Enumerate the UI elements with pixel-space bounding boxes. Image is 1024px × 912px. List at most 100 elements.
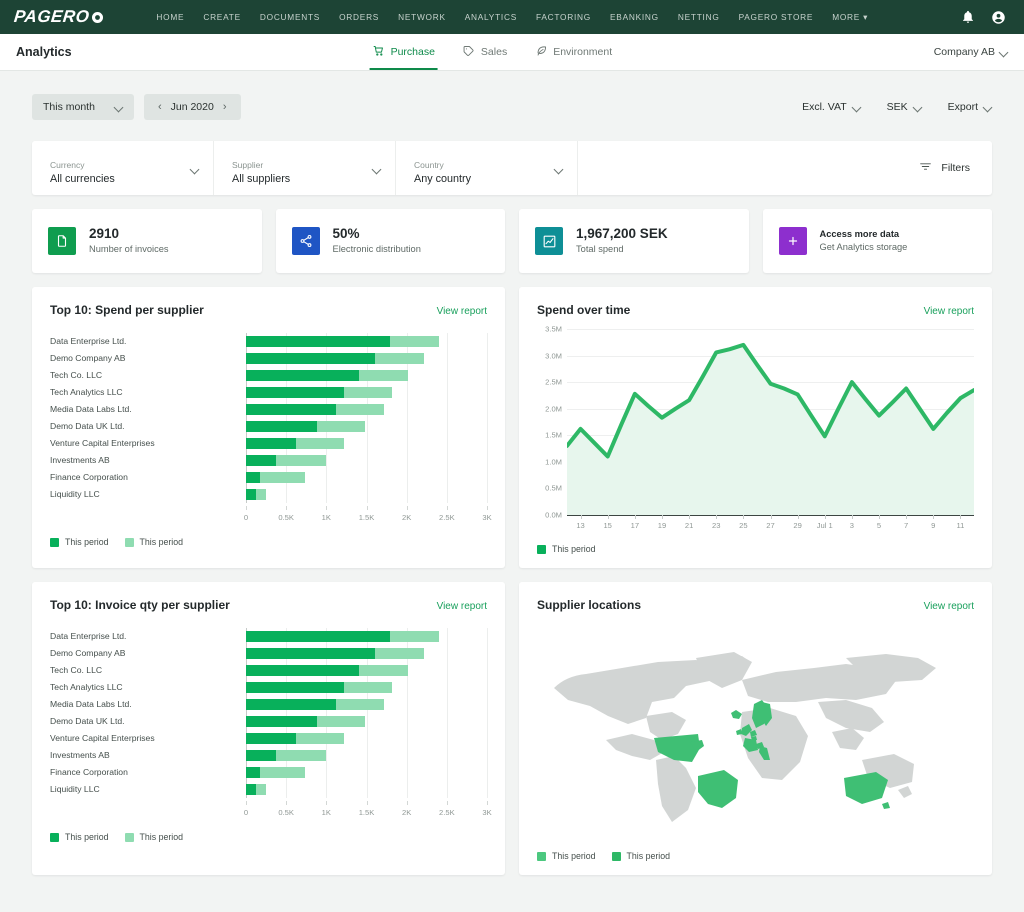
bar-row[interactable] bbox=[246, 696, 487, 713]
user-avatar-icon[interactable] bbox=[991, 10, 1006, 25]
bar-row[interactable] bbox=[246, 435, 487, 452]
period-selector[interactable]: This month bbox=[32, 94, 134, 120]
bar-category-label: Demo Data UK Ltd. bbox=[50, 716, 125, 726]
kpi-number-of-invoices[interactable]: 2910 Number of invoices bbox=[32, 209, 262, 273]
kpi-total-spend-value: 1,967,200 SEK bbox=[576, 226, 668, 242]
legend-item[interactable]: This period bbox=[611, 851, 670, 861]
axis-tick bbox=[366, 506, 368, 510]
analytics-tabs: Purchase Sales Environment bbox=[369, 34, 616, 70]
legend-item[interactable]: This period bbox=[124, 537, 183, 547]
chart-legend: This period bbox=[537, 544, 974, 554]
bar-row[interactable] bbox=[246, 747, 487, 764]
axis-tick bbox=[446, 801, 448, 805]
axis-tick-label: 13 bbox=[576, 521, 585, 530]
pagero-logo[interactable]: PAGERO bbox=[13, 7, 105, 27]
bar-category-label: Tech Analytics LLC bbox=[50, 387, 123, 397]
nav-item-netting[interactable]: NETTING bbox=[678, 12, 720, 22]
previous-period-button[interactable]: ‹ bbox=[151, 101, 169, 113]
next-period-button[interactable]: › bbox=[216, 101, 234, 113]
kpi-total-spend[interactable]: 1,967,200 SEK Total spend bbox=[519, 209, 749, 273]
kpi-access-caption: Get Analytics storage bbox=[819, 242, 908, 252]
view-report-link[interactable]: View report bbox=[437, 601, 487, 612]
kpi-access-title: Access more data bbox=[819, 228, 900, 239]
legend-item[interactable]: This period bbox=[124, 832, 183, 842]
kpi-cards: 2910 Number of invoices 50% Electronic d… bbox=[32, 209, 992, 273]
view-report-link[interactable]: View report bbox=[924, 306, 974, 317]
view-report-link[interactable]: View report bbox=[924, 601, 974, 612]
legend-item[interactable]: This period bbox=[537, 851, 596, 861]
kpi-electronic-distribution[interactable]: 50% Electronic distribution bbox=[275, 209, 505, 273]
bar-row[interactable] bbox=[246, 662, 487, 679]
bar-row[interactable] bbox=[246, 418, 487, 435]
nav-item-network[interactable]: NETWORK bbox=[398, 12, 446, 22]
vat-selector[interactable]: Excl. VAT bbox=[802, 101, 861, 113]
bar-row[interactable] bbox=[246, 628, 487, 645]
axis-tick-label: 1.5K bbox=[358, 808, 375, 817]
chevron-down-icon bbox=[373, 165, 381, 173]
bar-category-labels: Data Enterprise Ltd. Demo Company AB Tech … bbox=[50, 329, 246, 524]
filter-currency[interactable]: Currency All currencies bbox=[32, 141, 214, 195]
bar-row[interactable] bbox=[246, 781, 487, 798]
card-title: Spend over time bbox=[537, 303, 631, 317]
bar-chart-spend: Data Enterprise Ltd. Demo Company AB Tech … bbox=[50, 329, 492, 524]
bar-row[interactable] bbox=[246, 367, 487, 384]
region-ireland bbox=[735, 729, 742, 735]
axis-tick bbox=[580, 515, 582, 519]
legend-item[interactable]: This period bbox=[50, 832, 109, 842]
document-icon bbox=[48, 227, 76, 255]
bar-category-labels: Data Enterprise Ltd. Demo Company AB Tech … bbox=[50, 624, 246, 819]
x-axis: 13 15 17 19 21 23 25 27 29 Jul 1 3 5 7 9 11 bbox=[567, 515, 974, 531]
bar-segment bbox=[246, 489, 257, 500]
filters-button[interactable]: Filters bbox=[897, 141, 992, 195]
nav-item-ebanking[interactable]: EBANKING bbox=[610, 12, 659, 22]
bar-row[interactable] bbox=[246, 384, 487, 401]
bar-segment bbox=[246, 336, 390, 347]
currency-selector[interactable]: SEK bbox=[887, 101, 922, 113]
bell-icon[interactable] bbox=[961, 10, 975, 24]
bar-row[interactable] bbox=[246, 469, 487, 486]
y-axis-label: 3.0M bbox=[545, 351, 562, 361]
nav-item-more[interactable]: MORE ▾ bbox=[832, 12, 868, 22]
bar-row[interactable] bbox=[246, 486, 487, 503]
axis-tick bbox=[446, 506, 448, 510]
bar-row[interactable] bbox=[246, 645, 487, 662]
bar-row[interactable] bbox=[246, 401, 487, 418]
nav-item-create[interactable]: CREATE bbox=[203, 12, 241, 22]
nav-item-pagero-store[interactable]: PAGERO STORE bbox=[739, 12, 814, 22]
filter-bar: Currency All currencies Supplier All sup… bbox=[32, 141, 992, 195]
bar-category-label: Liquidity LLC bbox=[50, 784, 100, 794]
view-report-link[interactable]: View report bbox=[437, 306, 487, 317]
bar-row[interactable] bbox=[246, 764, 487, 781]
axis-tick-label: 21 bbox=[684, 521, 694, 530]
bar-row[interactable] bbox=[246, 350, 487, 367]
bar-rows bbox=[246, 628, 488, 798]
legend-item[interactable]: This period bbox=[50, 537, 109, 547]
nav-item-analytics[interactable]: ANALYTICS bbox=[465, 12, 517, 22]
nav-item-factoring[interactable]: FACTORING bbox=[536, 12, 591, 22]
tab-purchase[interactable]: Purchase bbox=[369, 34, 439, 70]
axis-tick bbox=[246, 801, 247, 805]
bar-segment bbox=[275, 455, 326, 466]
axis-tick-label: 23 bbox=[711, 521, 721, 530]
tab-environment[interactable]: Environment bbox=[532, 34, 615, 70]
bar-row[interactable] bbox=[246, 713, 487, 730]
nav-item-documents[interactable]: DOCUMENTS bbox=[260, 12, 320, 22]
filter-country[interactable]: Country Any country bbox=[396, 141, 578, 195]
bar-category-label: Data Enterprise Ltd. bbox=[50, 336, 127, 346]
export-button[interactable]: Export bbox=[948, 101, 992, 113]
kpi-access-more-data[interactable]: Access more data Get Analytics storage bbox=[762, 209, 992, 273]
bar-segment bbox=[246, 733, 296, 744]
nav-item-orders[interactable]: ORDERS bbox=[339, 12, 379, 22]
filter-supplier[interactable]: Supplier All suppliers bbox=[214, 141, 396, 195]
bar-row[interactable] bbox=[246, 679, 487, 696]
company-selector[interactable]: Company AB bbox=[934, 46, 1008, 58]
bar-row[interactable] bbox=[246, 730, 487, 747]
tab-sales[interactable]: Sales bbox=[460, 34, 510, 70]
nav-item-home[interactable]: HOME bbox=[156, 12, 184, 22]
bar-row[interactable] bbox=[246, 452, 487, 469]
world-map[interactable] bbox=[537, 624, 974, 838]
legend-item[interactable]: This period bbox=[537, 544, 596, 554]
bar-chart-invoice-qty: Data Enterprise Ltd. Demo Company AB Tech … bbox=[50, 624, 492, 819]
axis-tick-label: 19 bbox=[657, 521, 667, 530]
bar-row[interactable] bbox=[246, 333, 487, 350]
